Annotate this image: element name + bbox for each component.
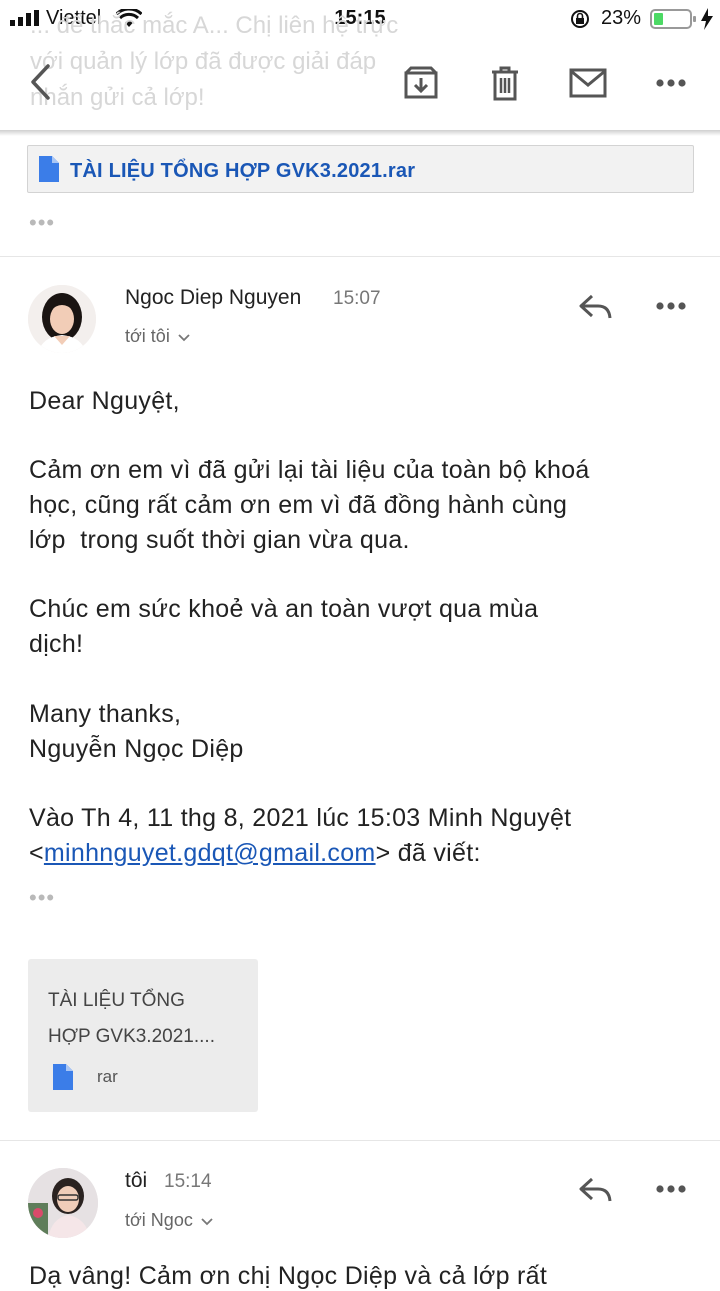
file-icon — [53, 1064, 73, 1090]
message-preview: Dạ vâng! Cảm ơn chị Ngọc Diệp và cả lớp … — [29, 1262, 548, 1290]
more-horizontal-icon — [656, 79, 686, 87]
more-horizontal-icon — [656, 302, 686, 310]
recipient-label: tới tôi — [125, 326, 170, 346]
message-divider — [0, 256, 720, 257]
chevron-down-icon — [201, 1218, 213, 1226]
archive-button[interactable] — [398, 60, 444, 106]
recipient-label: tới Ngoc — [125, 1210, 193, 1230]
more-options-button[interactable] — [648, 60, 694, 106]
back-arrow-icon — [31, 64, 50, 100]
message-time: 15:07 — [333, 288, 381, 309]
attachment-filename: TÀI LIỆU TỔNG HỢP GVK3.2021.rar — [70, 160, 416, 182]
message-more-button[interactable] — [648, 1167, 694, 1211]
message-time: 15:14 — [164, 1171, 212, 1192]
attachment-title: TÀI LIỆU TỔNG HỢP GVK3.2021.... — [48, 990, 215, 1047]
mark-unread-button[interactable] — [565, 60, 611, 106]
avatar[interactable] — [28, 285, 96, 353]
attachment-chip[interactable]: TÀI LIỆU TỔNG HỢP GVK3.2021.rar — [27, 145, 694, 193]
show-trimmed-content[interactable]: ••• — [29, 210, 55, 236]
sender-name: Ngoc Diep Nguyen — [125, 286, 302, 309]
attachment-extension: rar — [97, 1067, 118, 1086]
file-icon — [39, 156, 59, 182]
avatar[interactable] — [28, 1168, 98, 1238]
reply-icon — [579, 1177, 612, 1202]
avatar-photo — [28, 285, 96, 353]
trash-icon — [492, 66, 518, 101]
quote-header: Vào Th 4, 11 thg 8, 2021 lúc 15:03 Minh … — [29, 804, 572, 867]
message-divider — [0, 1140, 720, 1141]
greeting: Dear Nguyệt, — [29, 387, 180, 415]
recipient-toggle[interactable]: tới tôi — [125, 326, 190, 348]
paragraph-2: Chúc em sức khoẻ và an toàn vượt qua mùa… — [29, 595, 539, 658]
charging-icon — [701, 8, 713, 30]
archive-icon — [404, 66, 438, 99]
sender-name: tôi — [125, 1169, 148, 1192]
delete-button[interactable] — [482, 60, 528, 106]
mail-icon — [569, 68, 607, 98]
avatar-photo — [28, 1168, 98, 1238]
reply-button[interactable] — [572, 1168, 618, 1212]
show-quoted-text[interactable]: ••• — [29, 885, 55, 911]
more-horizontal-icon — [656, 1185, 686, 1193]
back-button[interactable] — [18, 60, 62, 104]
paragraph-1: Cảm ơn em vì đã gửi lại tài liệu của toà… — [29, 456, 590, 554]
toolbar: ... để thắc mắc A... Chị liên hệ trực vớ… — [0, 12, 720, 133]
toolbar-shadow — [0, 130, 720, 136]
attachment-card[interactable]: TÀI LIỆU TỔNG HỢP GVK3.2021.... rar — [28, 959, 258, 1112]
reply-icon — [579, 294, 612, 319]
reply-button[interactable] — [572, 285, 618, 329]
message-more-button[interactable] — [648, 284, 694, 328]
chevron-down-icon — [178, 334, 190, 342]
recipient-toggle[interactable]: tới Ngoc — [125, 1210, 213, 1232]
email-link[interactable]: minhnguyet.gdqt@gmail.com — [44, 839, 376, 867]
signature: Many thanks, Nguyễn Ngọc Diệp — [29, 700, 244, 763]
